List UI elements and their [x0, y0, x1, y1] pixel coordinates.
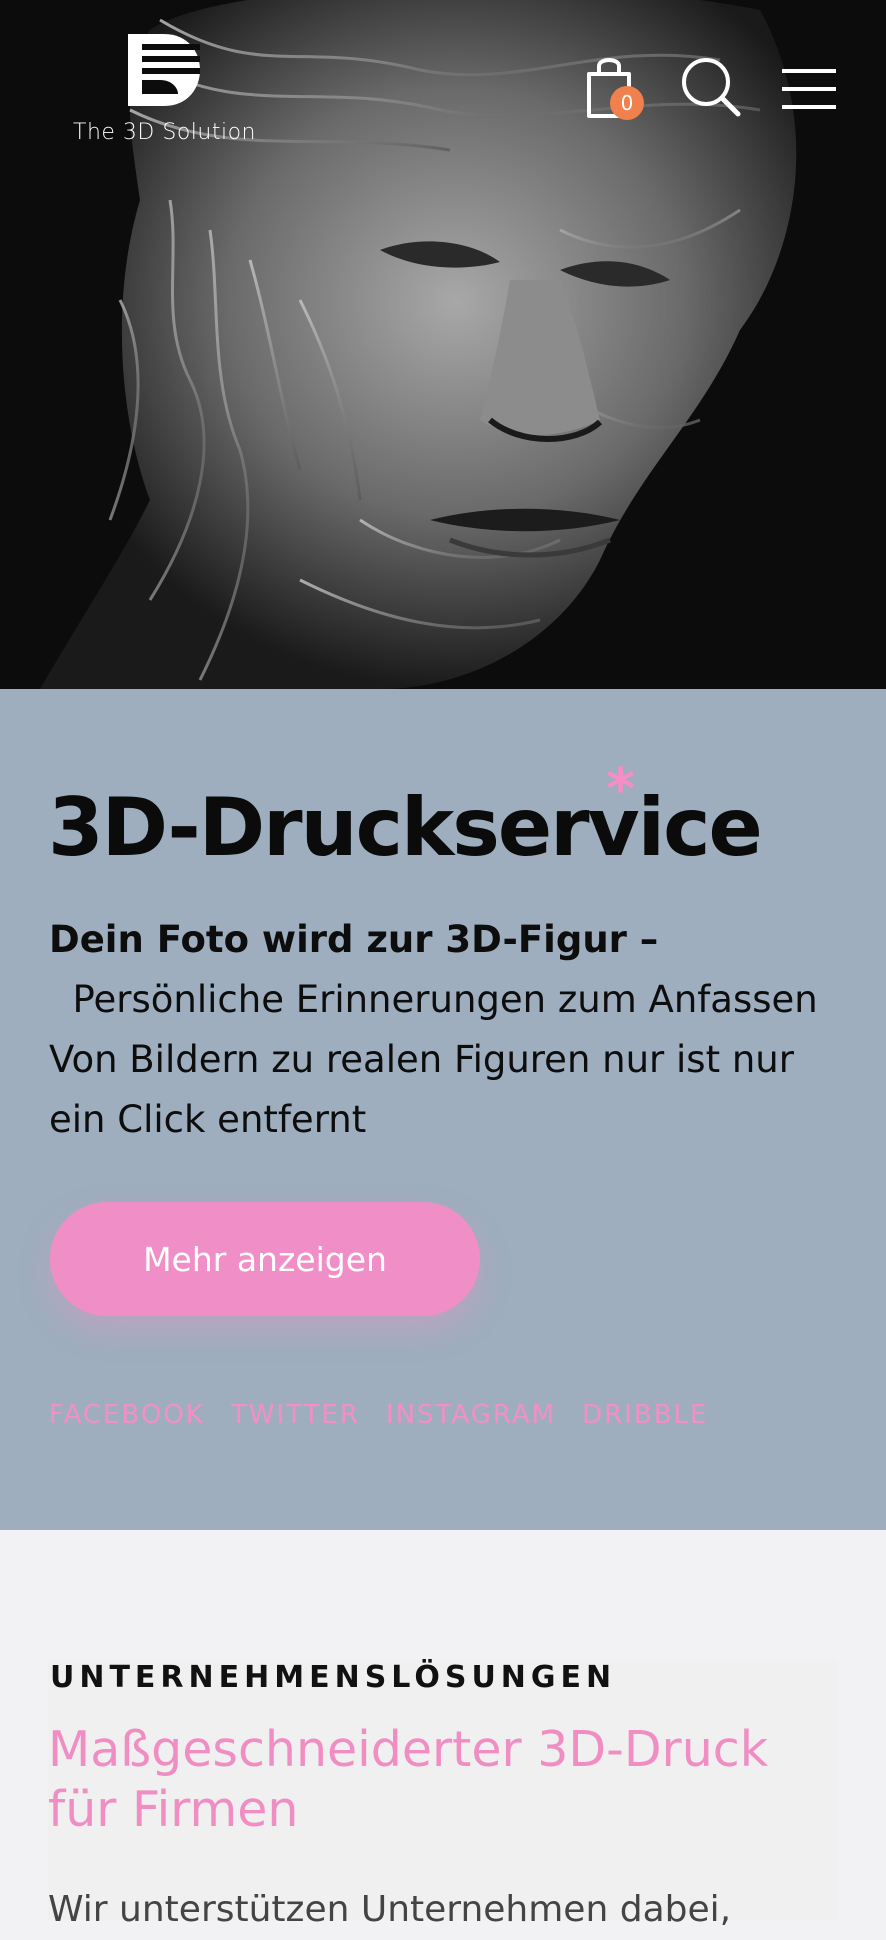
hamburger-menu-icon [782, 69, 836, 109]
intro-line-2: Persönliche Erinnerungen zum Anfassen [72, 978, 818, 1021]
show-more-button[interactable]: Mehr anzeigen [50, 1202, 480, 1316]
social-link-twitter[interactable]: TWITTER [231, 1400, 360, 1430]
cart-button[interactable]: 0 [583, 52, 647, 122]
logo-icon [128, 34, 200, 106]
search-button[interactable] [680, 56, 742, 118]
social-links: FACEBOOK TWITTER INSTAGRAM DRIBBLE [49, 1400, 708, 1430]
site-logo[interactable]: The 3D Solution [62, 30, 267, 152]
hero-banner: The 3D Solution 0 [0, 0, 886, 689]
social-link-dribble[interactable]: DRIBBLE [582, 1400, 708, 1430]
page-title: 3D-Druckservice [48, 781, 763, 874]
intro-line-3: Von Bildern zu realen Figuren nur ist nu… [49, 1038, 794, 1081]
social-link-instagram[interactable]: INSTAGRAM [386, 1400, 556, 1430]
intro-lead-bold: Dein Foto wird zur 3D-Figur – [49, 918, 659, 961]
cart-count-badge: 0 [610, 86, 644, 120]
business-title: Maßgeschneiderter 3D-Druck für Firmen [48, 1721, 769, 1838]
menu-button[interactable] [780, 66, 838, 112]
logo-text: The 3D Solution [73, 120, 256, 145]
social-link-facebook[interactable]: FACEBOOK [49, 1400, 205, 1430]
intro-text: Dein Foto wird zur 3D-Figur – Persönlich… [49, 910, 849, 1150]
business-text: Wir unterstützen Unternehmen dabei, [48, 1889, 732, 1930]
search-icon [682, 58, 741, 117]
business-eyebrow: UNTERNEHMENSLÖSUNGEN [50, 1660, 617, 1695]
intro-line-4: ein Click entfernt [49, 1098, 367, 1141]
